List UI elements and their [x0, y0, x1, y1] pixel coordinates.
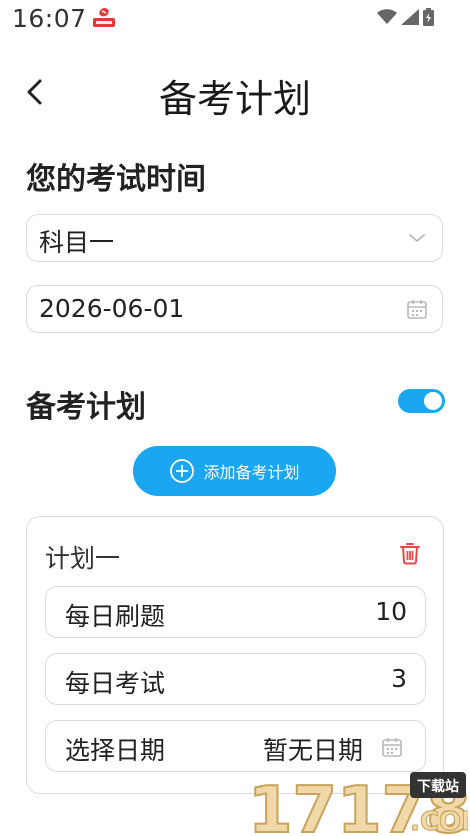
- toggle-knob: [424, 392, 442, 410]
- chevron-down-icon: [409, 234, 425, 242]
- daily-questions-row[interactable]: 每日刷题 10: [45, 586, 426, 638]
- battery-icon: [423, 8, 434, 26]
- add-plan-label: 添加备考计划: [203, 463, 300, 482]
- plan-name: 计划一: [45, 544, 121, 573]
- watermark-tag: 下载站: [417, 778, 459, 795]
- exam-time-section-title: 您的考试时间: [26, 162, 206, 197]
- status-icons: [377, 8, 434, 26]
- row-label: 每日刷题: [65, 602, 166, 631]
- plan-toggle-switch[interactable]: [398, 389, 445, 413]
- daily-exams-row[interactable]: 每日考试 3: [45, 653, 426, 705]
- plan-card: 计划一 每日刷题 10 每日考试 3 选择日期 暂无日期: [26, 516, 444, 794]
- trash-icon[interactable]: [399, 541, 421, 565]
- row-value: 10: [375, 597, 407, 626]
- plus-circle-icon: [170, 459, 195, 483]
- plan-section-title: 备考计划: [26, 390, 146, 425]
- status-time: 16:07: [12, 4, 87, 33]
- select-date-row[interactable]: 选择日期 暂无日期: [45, 720, 426, 772]
- row-label: 每日考试: [65, 669, 166, 698]
- calendar-icon: [407, 300, 427, 319]
- subject-value: 科目一: [39, 228, 115, 257]
- signal-icon: [401, 9, 419, 25]
- app-notification-icon: [93, 8, 115, 27]
- add-plan-button[interactable]: 添加备考计划: [133, 446, 336, 496]
- subject-select[interactable]: 科目一: [26, 214, 443, 262]
- exam-date-value: 2026-06-01: [39, 294, 185, 323]
- site-watermark-logo: 17178 下载站 .COM: [247, 772, 468, 836]
- row-value: 暂无日期: [262, 736, 363, 765]
- page-title: 备考计划: [158, 77, 311, 121]
- exam-date-field[interactable]: 2026-06-01: [26, 285, 443, 333]
- calendar-icon: [382, 738, 402, 757]
- row-label: 选择日期: [65, 736, 166, 765]
- wifi-icon: [377, 9, 397, 24]
- status-bar: 16:07: [0, 0, 470, 40]
- row-value: 3: [391, 664, 407, 693]
- watermark-suffix: .COM: [410, 807, 468, 836]
- nav-bar: 备考计划: [0, 60, 470, 122]
